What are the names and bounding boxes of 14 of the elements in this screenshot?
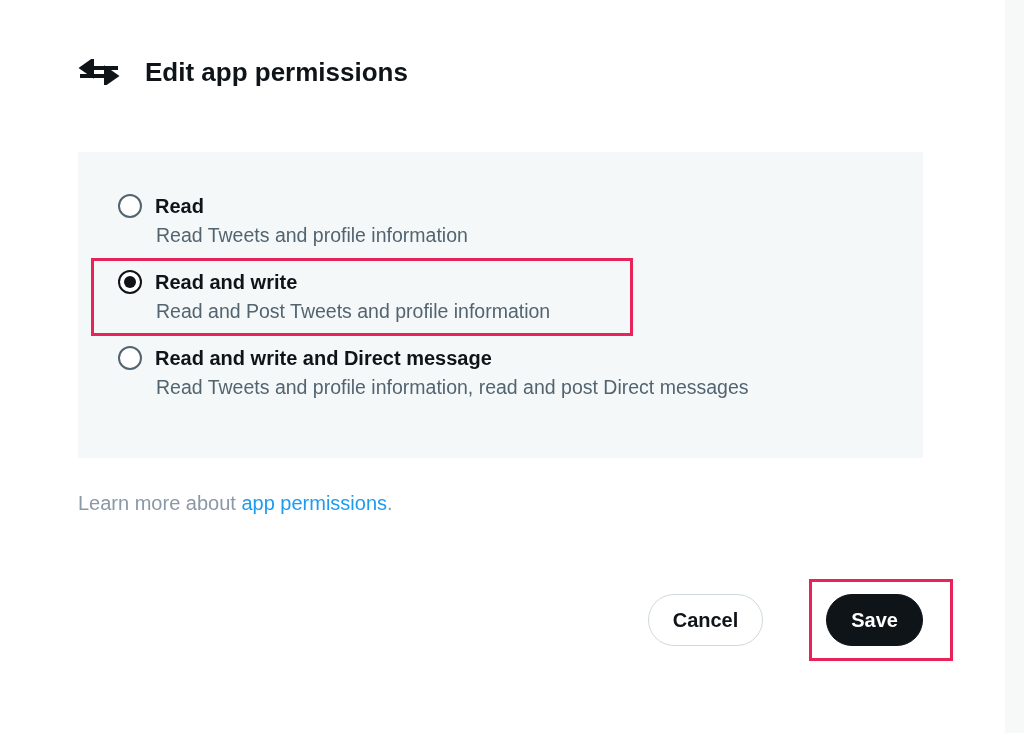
radio-button[interactable] — [118, 270, 142, 294]
option-label: Read and write and Direct message — [155, 346, 492, 370]
swap-arrows-icon — [78, 59, 120, 85]
option-description: Read Tweets and profile information — [156, 223, 468, 248]
option-label: Read — [155, 194, 204, 218]
radio-button[interactable] — [118, 346, 142, 370]
option-label: Read and write — [155, 270, 298, 294]
radio-button[interactable] — [118, 194, 142, 218]
cancel-button[interactable]: Cancel — [647, 594, 764, 646]
option-description: Read and Post Tweets and profile information — [156, 299, 551, 324]
option-description: Read Tweets and profile information, read and post Direct messages — [156, 375, 749, 400]
dialog-title: Edit app permissions — [145, 56, 408, 88]
save-button[interactable]: Save — [826, 594, 923, 646]
learn-more-text: Learn more about app permissions. — [78, 492, 394, 515]
